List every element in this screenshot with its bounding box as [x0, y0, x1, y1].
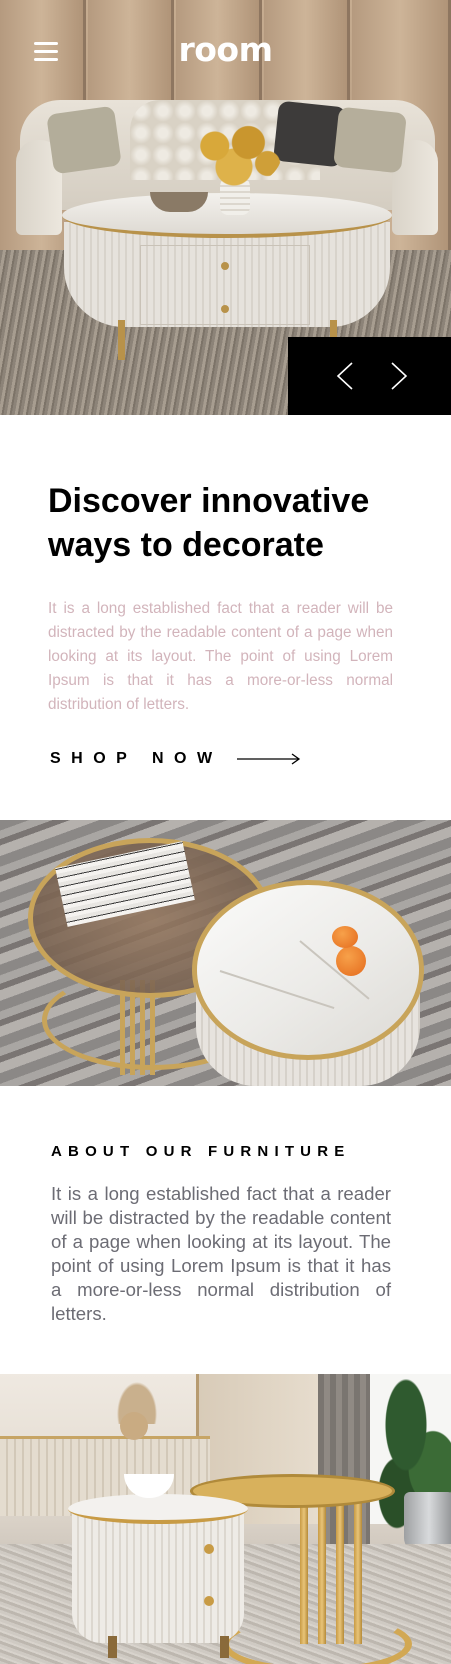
- discover-title: Discover innovative ways to decorate: [48, 482, 370, 564]
- white-table-top: [68, 1494, 248, 1524]
- shop-now-label: SHOP NOW: [50, 750, 223, 767]
- discover-section: Discover innovative ways to decorate It …: [0, 415, 451, 820]
- table-leg: [118, 320, 125, 360]
- slider-navigation: [288, 337, 451, 415]
- orange: [336, 946, 366, 976]
- drawer-knob: [204, 1596, 214, 1606]
- vase: [120, 1412, 148, 1440]
- logo[interactable]: room: [0, 30, 451, 69]
- hero-section: room: [0, 0, 451, 415]
- drawer-knob: [204, 1544, 214, 1554]
- plant-pot: [404, 1492, 451, 1552]
- about-section: ABOUT OUR FURNITURE It is a long establi…: [0, 1086, 451, 1374]
- table-leg: [108, 1636, 117, 1658]
- marble-table-top: [192, 880, 424, 1060]
- flowers: [186, 118, 282, 188]
- coffee-table-drawer: [140, 245, 310, 325]
- pillow: [333, 106, 407, 174]
- chevron-left-icon[interactable]: [328, 359, 362, 393]
- top-bar: room: [0, 0, 451, 100]
- table-leg: [220, 1636, 229, 1658]
- white-table-body: [72, 1508, 244, 1643]
- chevron-right-icon[interactable]: [382, 359, 416, 393]
- pillow: [46, 105, 122, 175]
- shop-now-link[interactable]: SHOP NOW: [50, 747, 301, 771]
- bottom-image: [0, 1374, 451, 1664]
- about-image: [0, 820, 451, 1086]
- orange-slice: [332, 926, 358, 948]
- drawer-knob: [221, 262, 229, 270]
- drawer-knob: [221, 305, 229, 313]
- about-description: It is a long established fact that a rea…: [51, 1183, 391, 1324]
- long-arrow-right-icon: [236, 753, 300, 765]
- about-title: ABOUT OUR FURNITURE: [51, 1143, 351, 1160]
- discover-description: It is a long established fact that a rea…: [48, 600, 393, 713]
